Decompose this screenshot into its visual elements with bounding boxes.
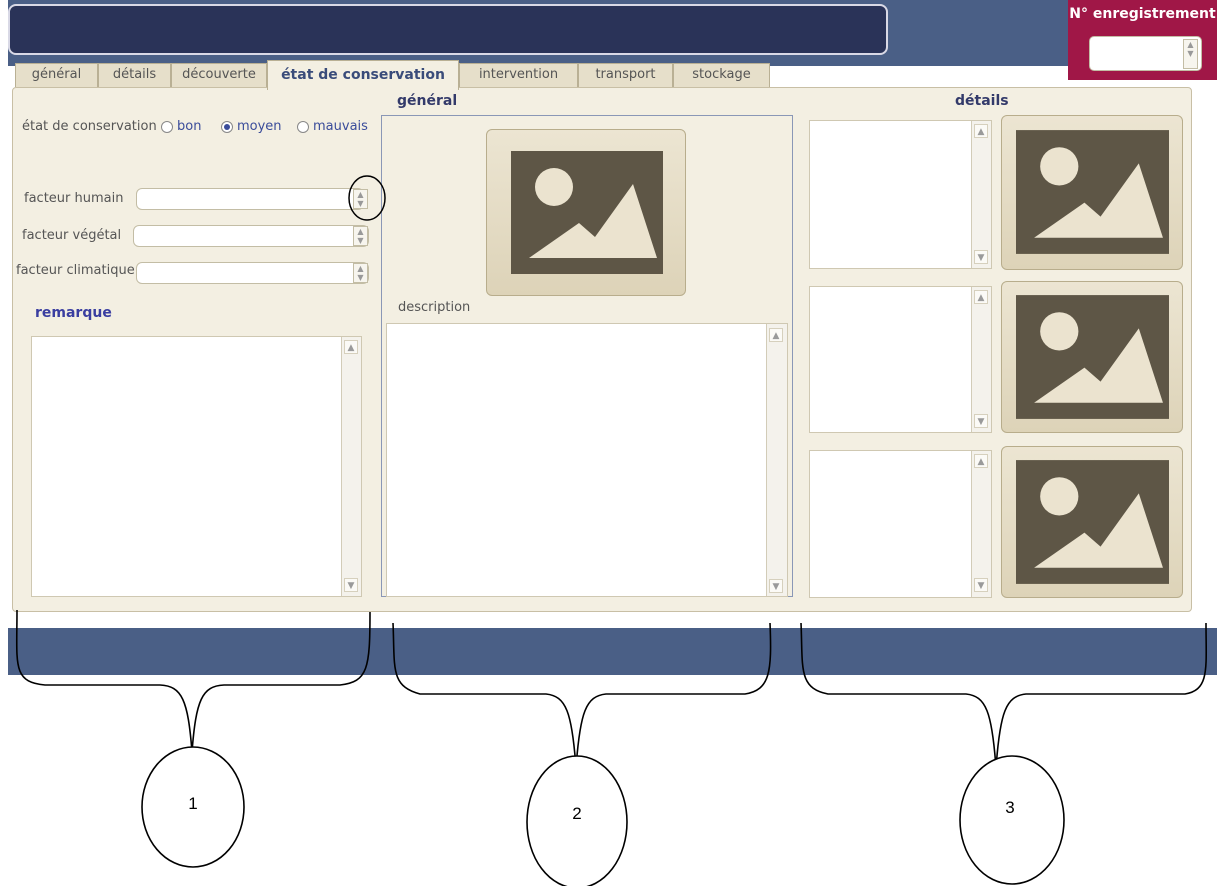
annotation-label-1: 1 <box>188 794 198 813</box>
tab-conservation-state[interactable]: état de conservation <box>267 60 459 90</box>
brace-1 <box>15 609 371 753</box>
annotation-overlay <box>15 175 1208 886</box>
annotation-circle-3 <box>959 755 1065 885</box>
highlight-circle <box>348 175 386 221</box>
brace-2 <box>392 622 772 769</box>
annotation-label-2: 2 <box>572 804 582 823</box>
brace-3 <box>800 622 1208 769</box>
annotation-label-3: 3 <box>1005 798 1015 817</box>
